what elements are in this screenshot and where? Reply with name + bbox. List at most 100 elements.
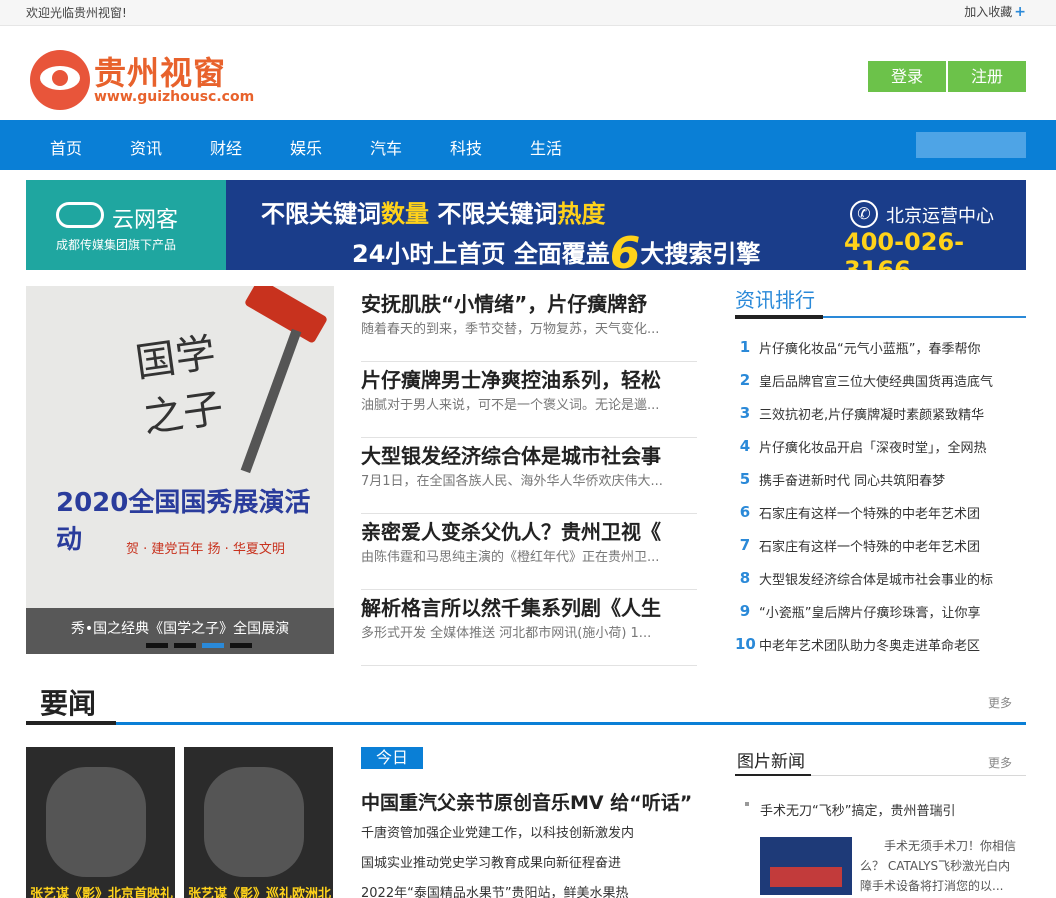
news-photo-caption[interactable]: 张艺谋《影》巡礼欧洲北 (188, 883, 331, 898)
today-tag: 今日 (361, 747, 423, 769)
bullet-icon (745, 802, 749, 806)
slider-art-title: 国学之子 (132, 329, 227, 443)
headline-item[interactable]: 亲密爱人变杀父仇人？贵州卫视《 由陈伟霆和马思纯主演的《橙红年代》正在贵州卫..… (361, 514, 697, 590)
rank-title[interactable]: “小瓷瓶”皇后牌片仔癀珍珠膏，让你享 (759, 602, 1021, 621)
welcome-text: 欢迎光临贵州视窗! (26, 6, 127, 20)
ranking-item[interactable]: 10 中老年艺术团队助力冬奥走进革命老区 (735, 627, 1026, 660)
rank-title[interactable]: 片仔癀化妆品开启「深夜时堂」，全网热 (759, 437, 1021, 456)
top-bar: 欢迎光临贵州视窗! 加入收藏 + (0, 0, 1056, 26)
image-slider[interactable]: 国学之子 2020全国国秀展演活动 贺 · 建党百年 扬 · 华夏文明 秀•国之… (26, 286, 334, 654)
nav-item-news[interactable]: 资讯 (130, 135, 162, 159)
logo-url: www.guizhousc.com (94, 89, 255, 105)
red-ribbon-decoration (243, 286, 329, 344)
nav-item-entertainment[interactable]: 娱乐 (290, 135, 322, 159)
brush-decoration (240, 328, 302, 474)
today-news-item[interactable]: 2022年“泰国精品水果节”贵阳站，鲜美水果热 (361, 882, 629, 898)
add-favorite-label[interactable]: 加入收藏 (964, 5, 1012, 19)
rank-number: 10 (735, 635, 756, 653)
banner-line-2: 24小时上首页 全面覆盖6大搜索引擎 (352, 228, 761, 270)
search-input[interactable] (916, 132, 1026, 158)
phone-icon: ✆ (850, 200, 878, 228)
banner-phone-number: 400-026-3166 (844, 228, 965, 270)
headline-title[interactable]: 安抚肌肤“小情绪”，片仔癀牌舒 (361, 288, 681, 317)
headline-title[interactable]: 大型银发经济综合体是城市社会事 (361, 440, 681, 469)
ad-banner[interactable]: 云网客 成都传媒集团旗下产品 不限关键词数量 不限关键词热度 24小时上首页 全… (26, 180, 1026, 270)
rank-number: 8 (739, 569, 751, 587)
ranking-item[interactable]: 7 石家庄有这样一个特殊的中老年艺术团 (735, 528, 1026, 561)
site-logo[interactable]: 贵州视窗 www.guizhousc.com (30, 46, 260, 110)
rank-title[interactable]: 石家庄有这样一个特殊的中老年艺术团 (759, 503, 1021, 522)
headline-summary: 7月1日，在全国各族人民、海外华人华侨欢庆伟大... (361, 474, 663, 489)
slider-dot-3[interactable] (202, 643, 224, 648)
banner-brand-sub: 成都传媒集团旗下产品 (56, 238, 177, 252)
eye-logo-icon (30, 50, 90, 110)
headline-title[interactable]: 亲密爱人变杀父仇人？贵州卫视《 (361, 516, 681, 545)
ranking-divider (735, 315, 1026, 319)
today-news-item[interactable]: 千唐资管加强企业党建工作，以科技创新激发内 (361, 822, 634, 841)
photo-news-item[interactable]: 手术无刀“飞秒”搞定，贵州普瑞引 (760, 800, 955, 819)
cloud-icon (56, 202, 104, 228)
news-section-divider (26, 721, 1026, 725)
logo-name: 贵州视窗 (94, 54, 227, 92)
banner-center: 北京运营中心 (886, 206, 994, 227)
news-photo[interactable]: 张艺谋《影》巡礼欧洲北 (184, 747, 333, 898)
news-photo-caption[interactable]: 张艺谋《影》北京首映礼 (30, 883, 173, 898)
ranking-item[interactable]: 5 携手奋进新时代 同心共筑阳春梦 (735, 462, 1026, 495)
rank-title[interactable]: 片仔癀化妆品“元气小蓝瓶”，春季帮你 (759, 338, 1021, 357)
rank-number: 7 (739, 536, 751, 554)
photo-news-summary: 手术无须手术刀！你相信么？ CATALYS飞秒激光白内障手术设备将打消您的以..… (860, 839, 1017, 893)
news-section-title: 要闻 (40, 687, 97, 720)
slider-dot-2[interactable] (174, 643, 196, 648)
headline-title[interactable]: 片仔癀牌男士净爽控油系列，轻松 (361, 364, 681, 393)
headline-summary: 由陈伟霆和马思纯主演的《橙红年代》正在贵州卫... (361, 550, 660, 565)
ranking-item[interactable]: 1 片仔癀化妆品“元气小蓝瓶”，春季帮你 (735, 330, 1026, 363)
headline-item[interactable]: 解析格言所以然千集系列剧《人生 多形式开发 全媒体推送 河北都市网讯(施小荷) … (361, 590, 697, 666)
headline-item[interactable]: 片仔癀牌男士净爽控油系列，轻松 油腻对于男人来说，可不是一个褒义词。无论是邋..… (361, 362, 697, 438)
headline-summary: 油腻对于男人来说，可不是一个褒义词。无论是邋... (361, 398, 660, 413)
login-button[interactable]: 登录 (868, 61, 946, 92)
nav-item-finance[interactable]: 财经 (210, 135, 242, 159)
news-more-link[interactable]: 更多 (988, 694, 1012, 711)
rank-number: 6 (739, 503, 751, 521)
ranking-item[interactable]: 4 片仔癀化妆品开启「深夜时堂」，全网热 (735, 429, 1026, 462)
ranking-item[interactable]: 6 石家庄有这样一个特殊的中老年艺术团 (735, 495, 1026, 528)
today-headline[interactable]: 中国重汽父亲节原创音乐MV 给“听话” (361, 788, 692, 815)
main-nav: 首页 资讯 财经 娱乐 汽车 科技 生活 (0, 120, 1056, 170)
slider-dot-1[interactable] (146, 643, 168, 648)
rank-number: 2 (739, 371, 751, 389)
headline-item[interactable]: 大型银发经济综合体是城市社会事 7月1日，在全国各族人民、海外华人华侨欢庆伟大.… (361, 438, 697, 514)
ranking-title: 资讯排行 (735, 288, 815, 312)
rank-title[interactable]: 皇后品牌官宣三位大使经典国货再造底气 (759, 371, 1021, 390)
ranking-item[interactable]: 3 三效抗初老,片仔癀牌凝时素颜紧致精华 (735, 396, 1026, 429)
today-news-item[interactable]: 国城实业推动党史学习教育成果向新征程奋进 (361, 852, 621, 871)
nav-item-auto[interactable]: 汽车 (370, 135, 402, 159)
nav-item-tech[interactable]: 科技 (450, 135, 482, 159)
nav-item-home[interactable]: 首页 (50, 135, 82, 159)
rank-title[interactable]: 携手奋进新时代 同心共筑阳春梦 (759, 470, 1021, 489)
headline-summary: 随着春天的到来，季节交替，万物复苏，天气变化... (361, 322, 660, 337)
ranking-item[interactable]: 8 大型银发经济综合体是城市社会事业的标 (735, 561, 1026, 594)
photo-news-more-link[interactable]: 更多 (988, 754, 1012, 771)
slider-caption[interactable]: 秀•国之经典《国学之子》全国展演 (26, 618, 334, 638)
banner-brand: 云网客 (112, 208, 179, 233)
add-favorite-link[interactable]: 加入收藏 + (964, 3, 1026, 20)
photo-news-title: 图片新闻 (737, 752, 805, 772)
rank-number: 3 (739, 404, 751, 422)
register-button[interactable]: 注册 (948, 61, 1026, 92)
headline-title[interactable]: 解析格言所以然千集系列剧《人生 (361, 592, 681, 621)
rank-title[interactable]: 三效抗初老,片仔癀牌凝时素颜紧致精华 (759, 404, 1021, 423)
rank-title[interactable]: 中老年艺术团队助力冬奥走进革命老区 (759, 635, 1021, 654)
plus-icon[interactable]: + (1014, 4, 1026, 20)
headline-item[interactable]: 安抚肌肤“小情绪”，片仔癀牌舒 随着春天的到来，季节交替，万物复苏，天气变化..… (361, 286, 697, 362)
nav-item-life[interactable]: 生活 (530, 135, 562, 159)
rank-title[interactable]: 石家庄有这样一个特殊的中老年艺术团 (759, 536, 1021, 555)
ranking-item[interactable]: 9 “小瓷瓶”皇后牌片仔癀珍珠膏，让你享 (735, 594, 1026, 627)
photo-news-thumbnail[interactable] (760, 837, 852, 895)
slider-dot-4[interactable] (230, 643, 252, 648)
banner-line-1: 不限关键词数量 不限关键词热度 (261, 200, 606, 228)
rank-title[interactable]: 大型银发经济综合体是城市社会事业的标 (759, 569, 1021, 588)
rank-number: 4 (739, 437, 751, 455)
news-photo[interactable]: 张艺谋《影》北京首映礼 (26, 747, 175, 898)
headline-summary: 多形式开发 全媒体推送 河北都市网讯(施小荷) 1... (361, 626, 652, 641)
ranking-item[interactable]: 2 皇后品牌官宣三位大使经典国货再造底气 (735, 363, 1026, 396)
